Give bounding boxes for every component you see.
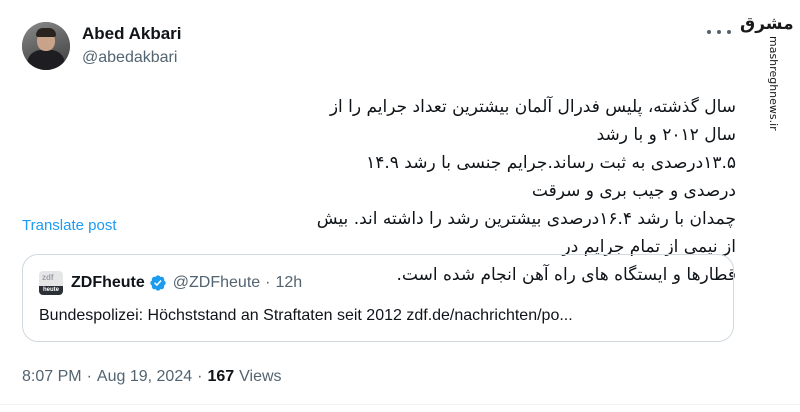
tweet-text-line: چمدان با رشد ۱۶.۴درصدی بیشترین رشد را دا…: [316, 209, 736, 257]
quoted-author-name[interactable]: ZDFheute: [71, 274, 145, 292]
separator-dot: ·: [265, 274, 271, 291]
separator-dot: ·: [86, 368, 92, 385]
more-options-icon[interactable]: [707, 26, 731, 38]
divider: [0, 404, 800, 405]
author-handle[interactable]: @abedakbari: [82, 47, 182, 69]
views-count: 167: [207, 368, 235, 385]
quoted-author-handle[interactable]: @ZDFheute: [173, 274, 260, 292]
watermark: مشرق mashreghnews.ir: [738, 10, 794, 131]
views-label: Views: [239, 368, 282, 385]
heute-logo-text: heute: [39, 286, 63, 295]
watermark-url: mashreghnews.ir: [767, 36, 780, 131]
zdf-logo-text: zdf: [42, 273, 54, 282]
quoted-tweet[interactable]: zdf heute ZDFheute @ZDFheute · 12h Bunde…: [22, 254, 734, 342]
verified-badge-icon: [150, 275, 166, 291]
avatar[interactable]: [22, 22, 70, 70]
tweet-header: Abed Akbari @abedakbari: [22, 20, 182, 72]
tweet-text-line: ۱۳.۵درصدی به ثبت رساند.جرایم جنسی با رشد…: [366, 153, 736, 201]
quoted-tweet-header: zdf heute ZDFheute @ZDFheute · 12h: [39, 271, 302, 295]
watermark-logo: مشرق: [740, 14, 794, 34]
separator-dot: ·: [197, 368, 203, 385]
translate-post-link[interactable]: Translate post: [22, 216, 117, 236]
tweet: Abed Akbari @abedakbari مشرق mashreghnew…: [0, 0, 800, 412]
author-display-name[interactable]: Abed Akbari: [82, 23, 182, 45]
tweet-text-line: سال گذشته، پلیس فدرال آلمان بیشترین تعدا…: [329, 97, 736, 145]
zdfheute-avatar[interactable]: zdf heute: [39, 271, 63, 295]
quoted-tweet-text: Bundespolizei: Höchststand an Straftaten…: [39, 307, 573, 324]
post-meta: 8:07 PM · Aug 19, 2024 · 167 Views: [22, 368, 282, 386]
post-date[interactable]: Aug 19, 2024: [97, 368, 192, 386]
quoted-post-time[interactable]: 12h: [276, 274, 303, 292]
author-names: Abed Akbari @abedakbari: [82, 23, 182, 69]
post-time[interactable]: 8:07 PM: [22, 368, 82, 386]
